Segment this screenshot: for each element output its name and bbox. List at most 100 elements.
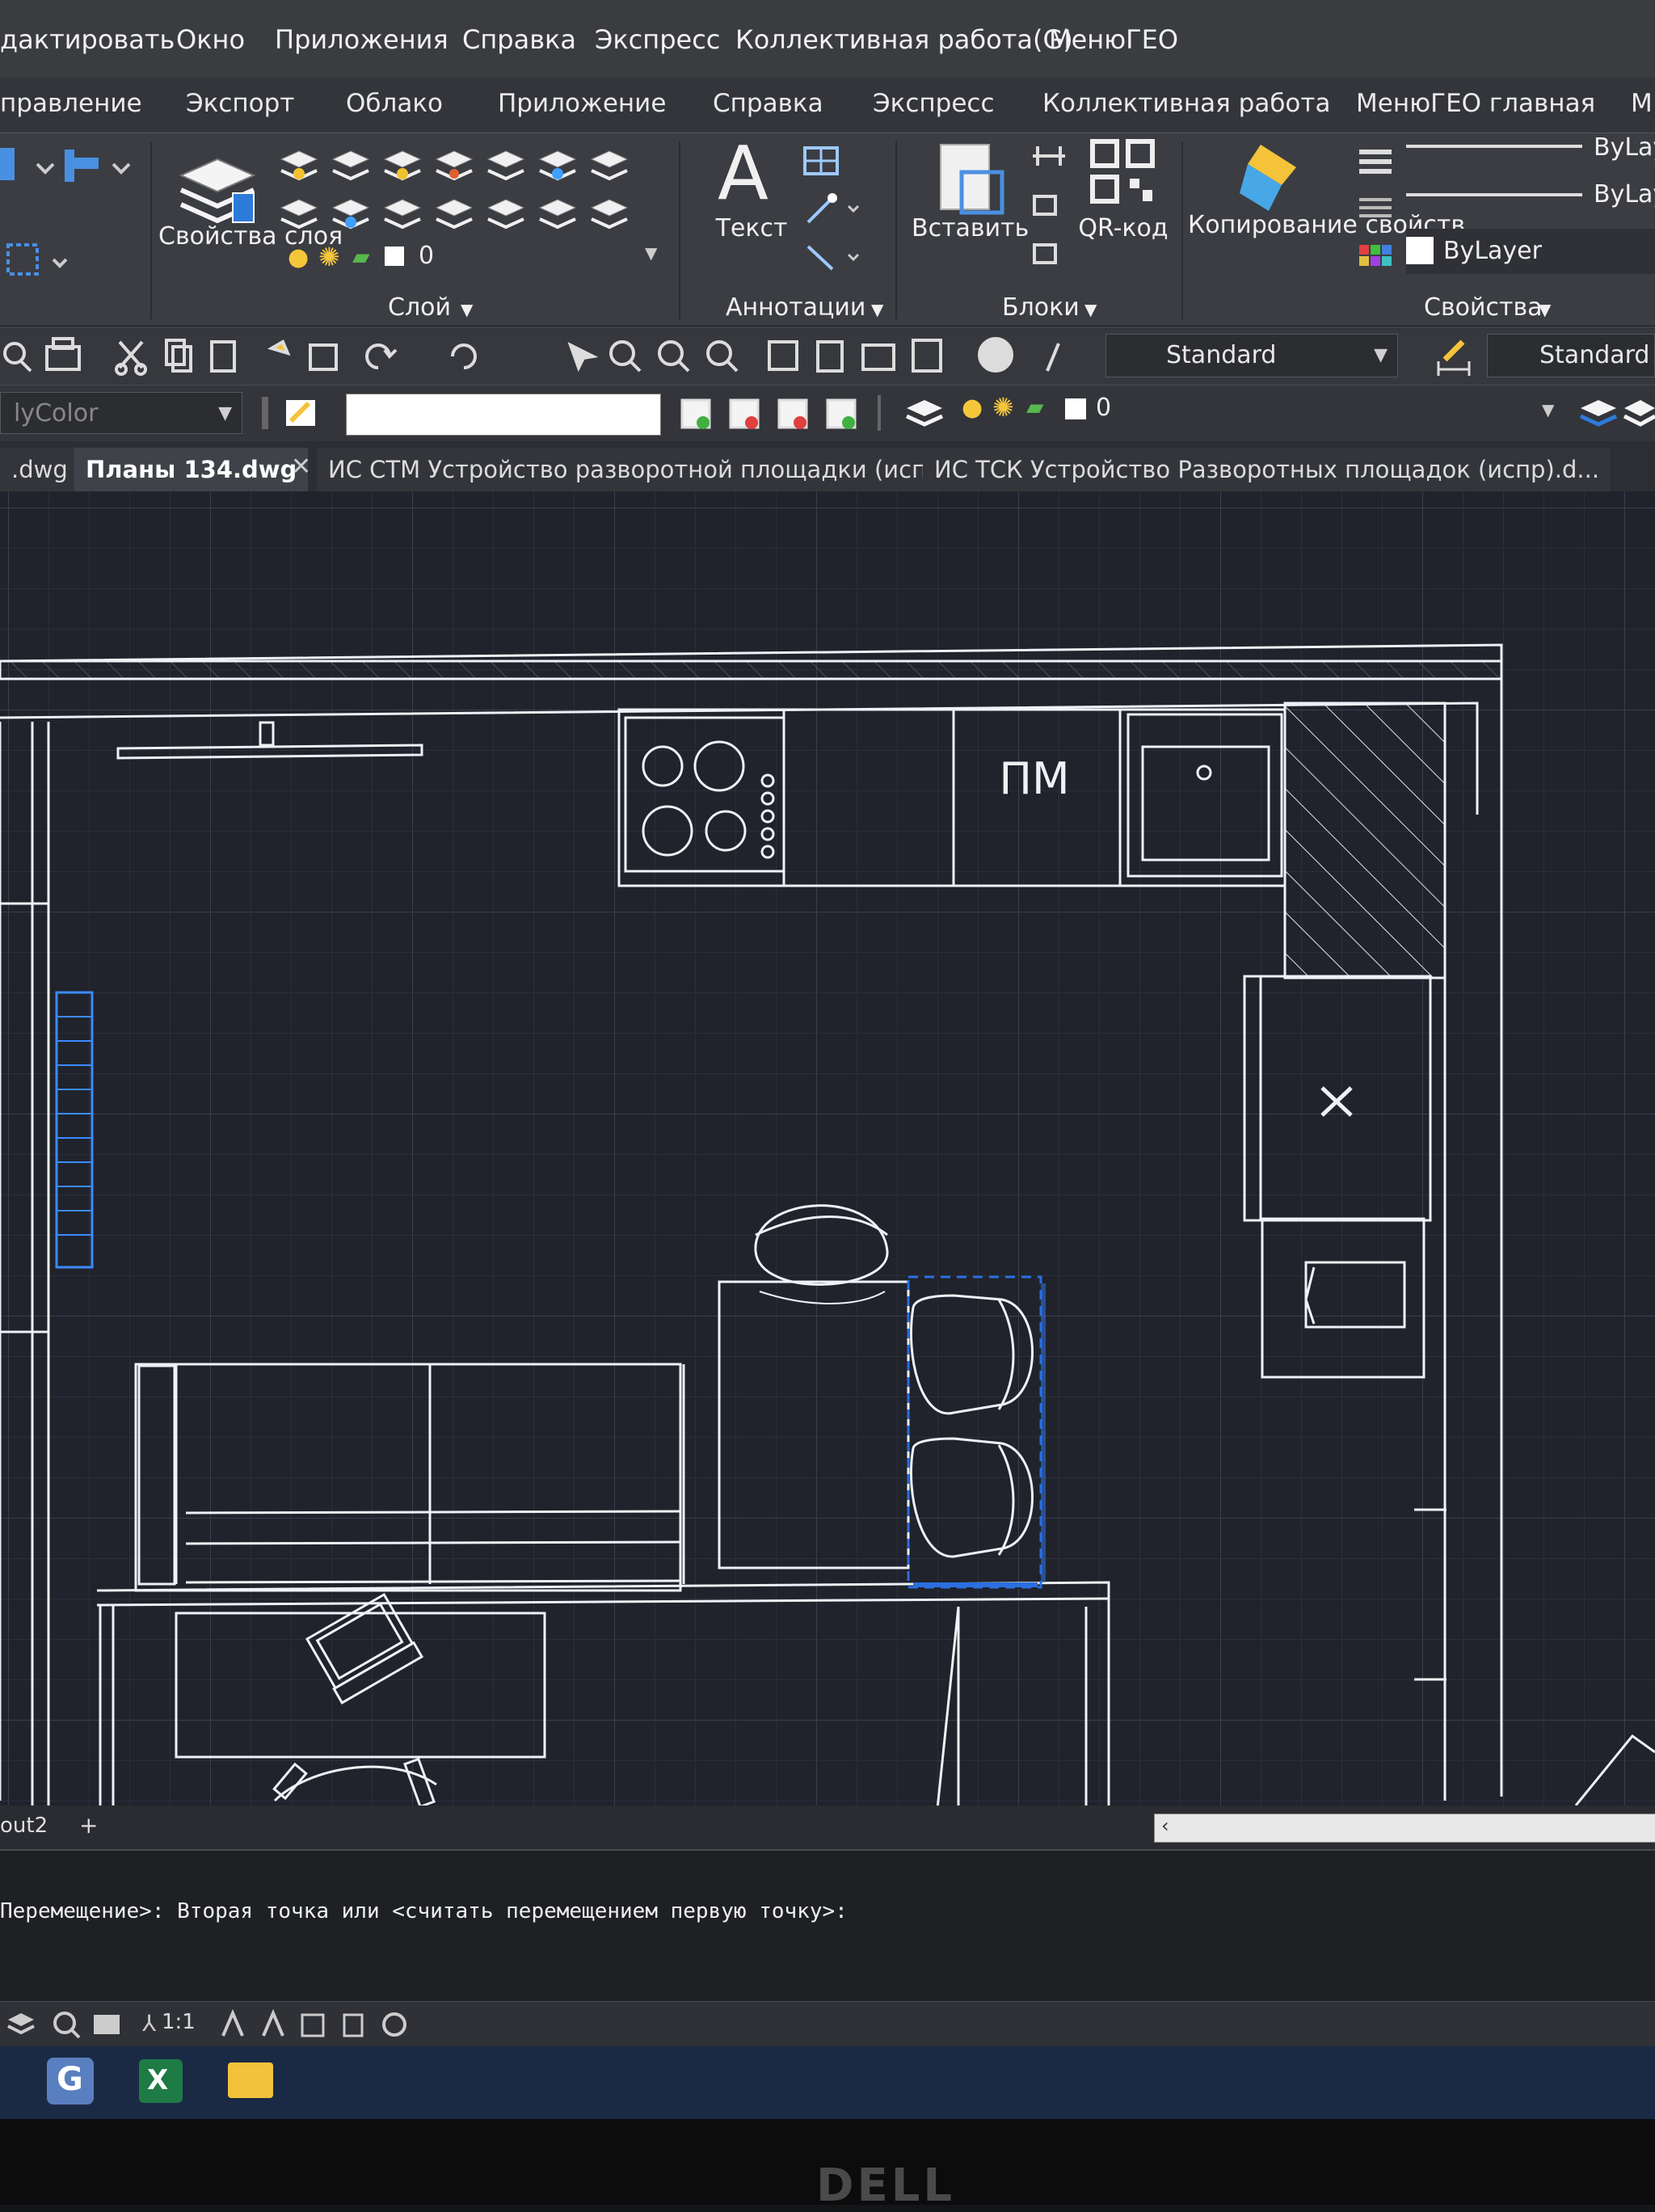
color-selector[interactable]: lyColor ▼ xyxy=(0,392,242,434)
taskbar: G X xyxy=(0,2046,1655,2119)
text-icon[interactable]: A xyxy=(718,133,769,214)
sun-icon[interactable]: ✺ xyxy=(992,392,1014,423)
unlock-icon: ▰ xyxy=(352,243,370,270)
blocks-panel-title[interactable]: Блоки xyxy=(1002,293,1080,322)
doc-tab[interactable]: .dwg xyxy=(0,448,79,491)
floor-plan[interactable]: ПМ xyxy=(0,491,1655,1805)
tab-manage[interactable]: правление xyxy=(0,89,142,118)
menu-window[interactable]: Окно xyxy=(176,24,245,55)
insert-block-icon[interactable] xyxy=(929,137,1010,225)
doc-tab-active[interactable]: Планы 134.dwg xyxy=(74,448,309,491)
status-icons[interactable] xyxy=(3,2008,149,2041)
linetype-line xyxy=(1406,193,1582,196)
menu-geo[interactable]: МенюГЕО xyxy=(1049,24,1178,55)
chevron-down-icon[interactable]: ▼ xyxy=(1542,400,1554,419)
layer-properties-icon[interactable] xyxy=(173,143,262,232)
tab-collab[interactable]: Коллективная работа xyxy=(1042,89,1330,118)
wall-shelf xyxy=(116,744,423,760)
tab-application[interactable]: Приложение xyxy=(498,89,666,118)
sink[interactable] xyxy=(1126,713,1283,878)
doc-tab[interactable]: ИС СТМ Устройство разворотной площадки (… xyxy=(317,448,985,491)
chevron-down-icon: ▼ xyxy=(461,300,474,319)
tab-express[interactable]: Экспресс xyxy=(873,89,995,118)
text-style-combo[interactable]: Standard ▼ xyxy=(1105,334,1398,377)
lightbulb-icon: ● xyxy=(288,243,310,272)
layer-combo[interactable]: ● ✺ ▰ 0 ▼ xyxy=(280,238,671,279)
layer-state-icons[interactable] xyxy=(679,392,913,434)
excel-icon[interactable]: X xyxy=(139,2059,183,2103)
annotation-tools-icons[interactable] xyxy=(800,141,873,279)
layer-color-swatch xyxy=(385,246,404,266)
property-list-icons xyxy=(1359,150,1392,266)
command-line[interactable] xyxy=(0,1849,1655,2004)
properties-panel-title[interactable]: Свойства xyxy=(1424,293,1543,322)
qr-code-label[interactable]: QR-код xyxy=(1075,214,1172,243)
qr-code-icon[interactable] xyxy=(1089,138,1162,211)
menu-collab[interactable]: Коллективная работа(G) xyxy=(735,24,1073,55)
grip[interactable] xyxy=(913,1582,1038,1587)
status-toggle-icons[interactable] xyxy=(218,2008,412,2041)
annotations-panel-title[interactable]: Аннотации xyxy=(726,293,865,322)
insert-label[interactable]: Вставить xyxy=(912,214,1029,243)
layer-tools-icons[interactable] xyxy=(275,141,663,246)
layer-stack-icon[interactable] xyxy=(902,392,950,434)
chevron-down-icon: ▼ xyxy=(1539,300,1552,319)
dim-style-combo[interactable]: Standard xyxy=(1487,334,1655,377)
laptop[interactable] xyxy=(305,1592,424,1704)
menu-apps[interactable]: Приложения xyxy=(275,24,448,55)
menu-bar: дактировать Окно Приложения Справка Эксп… xyxy=(0,0,1655,78)
close-icon[interactable]: ✕ xyxy=(291,453,311,481)
match-properties-label[interactable]: Копирование свойств xyxy=(1188,211,1465,240)
tab-more[interactable]: М xyxy=(1631,89,1653,118)
lineweight-combo[interactable]: ByLay xyxy=(1594,133,1655,162)
annotation-scale[interactable]: 1:1 xyxy=(162,2010,196,2034)
ribbon-panel: Свойства слоя ● ✺ ▰ 0 ▼ Слой ▼ A Текст А… xyxy=(0,133,1655,326)
monitor-bezel: DELL xyxy=(0,2119,1655,2212)
dining-table[interactable] xyxy=(718,1280,910,1569)
dim-style-value: Standard xyxy=(1539,341,1650,369)
tab-cloud[interactable]: Облако xyxy=(346,89,443,118)
horizontal-scrollbar[interactable]: ‹ xyxy=(1154,1814,1655,1843)
chevron-down-icon: ▼ xyxy=(1374,345,1388,365)
radiator xyxy=(55,991,94,1269)
draw-tools-icons[interactable] xyxy=(0,140,145,293)
match-properties-icon[interactable] xyxy=(1236,137,1309,217)
menu-express[interactable]: Экспресс xyxy=(595,24,720,55)
add-layout-button[interactable]: + xyxy=(79,1812,98,1839)
layout-tab[interactable]: out2 xyxy=(0,1814,48,1838)
menu-edit[interactable]: дактировать xyxy=(0,24,175,55)
color-combo-value: ByLayer xyxy=(1443,237,1542,265)
tab-export[interactable]: Экспорт xyxy=(186,89,294,118)
unlock-icon[interactable]: ▰ xyxy=(1026,394,1044,420)
sofa[interactable] xyxy=(134,1363,682,1592)
toolbar-icons[interactable] xyxy=(0,335,1067,377)
document-tabs: .dwg Планы 134.dwg ✕ ИС СТМ Устройство р… xyxy=(0,441,1655,491)
tab-help[interactable]: Справка xyxy=(713,89,823,118)
current-layer-value[interactable]: 0 xyxy=(1096,394,1111,422)
command-prompt-text: Перемещение>: Вторая точка или <считать … xyxy=(0,1899,848,1923)
linetype-combo[interactable]: ByLaye xyxy=(1594,180,1655,209)
drawing-canvas[interactable]: ПМ xyxy=(0,491,1655,1805)
text-label[interactable]: Текст xyxy=(711,214,792,243)
folder-icon[interactable] xyxy=(228,2062,273,2098)
lightbulb-icon[interactable]: ● xyxy=(962,394,983,422)
layer-combo-value: 0 xyxy=(419,242,435,270)
color-swatch xyxy=(1406,237,1434,264)
menu-help[interactable]: Справка xyxy=(462,24,576,55)
note-icon[interactable] xyxy=(259,394,323,432)
layer-properties-label[interactable]: Свойства слоя xyxy=(158,222,343,251)
search-input[interactable] xyxy=(346,394,661,436)
layer-tools-icons[interactable] xyxy=(1576,392,1655,434)
fridge-label: ПМ xyxy=(999,753,1069,804)
cad-app-icon[interactable]: G xyxy=(47,2058,94,2105)
chevron-down-icon: ▼ xyxy=(218,403,232,423)
chevron-left-icon[interactable]: ‹ xyxy=(1161,1814,1169,1837)
layer-color-swatch xyxy=(1065,398,1086,419)
tab-geo-main[interactable]: МенюГЕО главная xyxy=(1356,89,1595,118)
chevron-down-icon: ▼ xyxy=(1084,300,1097,319)
block-tools-icons[interactable] xyxy=(1026,140,1075,277)
monitor-logo: DELL xyxy=(816,2159,956,2212)
doc-tab[interactable]: ИС ТСК Устройство Разворотных площадок (… xyxy=(923,448,1611,491)
layer-panel-title[interactable]: Слой xyxy=(388,293,451,322)
color-combo[interactable]: ByLayer xyxy=(1406,229,1655,274)
